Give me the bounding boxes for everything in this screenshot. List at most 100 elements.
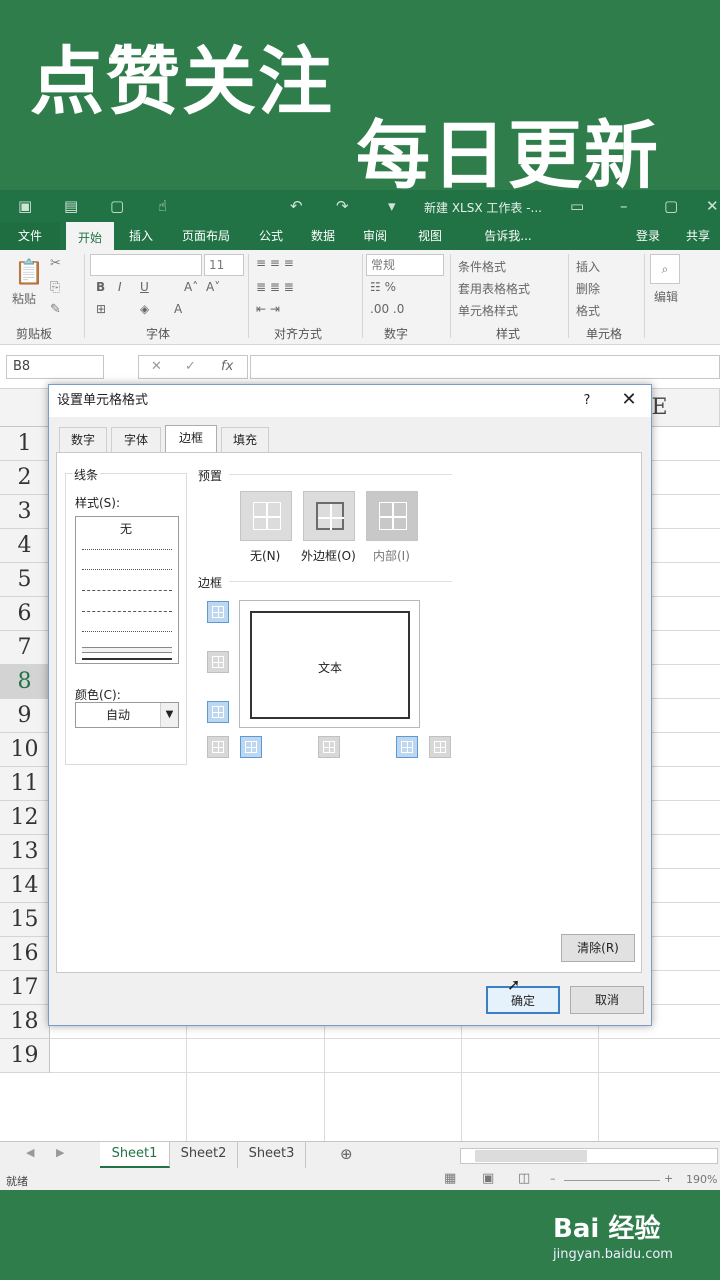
row-header-17[interactable]: 17 (0, 971, 50, 1005)
ok-button[interactable]: 确定 (486, 986, 560, 1014)
row-header-18[interactable]: 18 (0, 1005, 50, 1039)
zoom-slider[interactable] (564, 1180, 660, 1181)
align-top-icon[interactable]: ≡ ≡ ≡ (256, 256, 294, 270)
row-header-13[interactable]: 13 (0, 835, 50, 869)
preset-outline-button[interactable] (303, 491, 355, 541)
sheet-tab-3[interactable]: Sheet3 (238, 1142, 306, 1168)
cut-icon[interactable]: ✂ (50, 256, 61, 271)
name-box[interactable]: B8 (6, 355, 104, 379)
horizontal-scrollbar[interactable] (460, 1148, 718, 1164)
search-icon[interactable]: ⌕ (650, 254, 680, 284)
touch-mode-icon[interactable]: ☝ (158, 197, 167, 215)
undo-icon[interactable]: ↶ (290, 197, 303, 215)
accounting-icon[interactable]: ☷ % (370, 280, 396, 294)
increase-font-icon[interactable]: A˄ (184, 280, 198, 294)
open-icon[interactable]: ▤ (64, 197, 78, 215)
row-header-8[interactable]: 8 (0, 665, 50, 699)
row-header-6[interactable]: 6 (0, 597, 50, 631)
window-close-icon[interactable]: ✕ (706, 197, 719, 215)
row-header-9[interactable]: 9 (0, 699, 50, 733)
border-diagonal-down-button[interactable] (429, 736, 451, 758)
tab-home[interactable]: 开始 (66, 222, 114, 250)
border-middle-v-button[interactable] (318, 736, 340, 758)
border-top-button[interactable] (207, 601, 229, 623)
dialog-close-button[interactable]: ✕ (617, 385, 641, 417)
border-middle-h-button[interactable] (207, 651, 229, 673)
format-as-table-button[interactable]: 套用表格格式 (458, 280, 530, 297)
row-header-7[interactable]: 7 (0, 631, 50, 665)
fill-color-icon[interactable]: ◈ (140, 302, 149, 316)
delete-cells-button[interactable]: 删除 (576, 280, 600, 297)
tab-data[interactable]: 数据 (302, 222, 344, 250)
formula-input[interactable] (250, 355, 720, 379)
cell-styles-button[interactable]: 单元格样式 (458, 302, 518, 319)
save-icon[interactable]: ▣ (18, 197, 32, 215)
sign-in-link[interactable]: 登录 (628, 222, 668, 250)
row-header-19[interactable]: 19 (0, 1039, 50, 1073)
tab-insert[interactable]: 插入 (120, 222, 162, 250)
preset-none-button[interactable] (240, 491, 292, 541)
tell-me-search[interactable]: 告诉我... (468, 222, 548, 250)
editing-button[interactable]: 编辑 (654, 288, 678, 305)
conditional-format-button[interactable]: 条件格式 (458, 258, 506, 275)
border-preview[interactable]: 文本 (239, 600, 420, 728)
redo-icon[interactable]: ↷ (336, 197, 349, 215)
sheet-tab-1[interactable]: Sheet1 (100, 1142, 170, 1168)
border-diagonal-up-button[interactable] (207, 736, 229, 758)
tab-review[interactable]: 审阅 (354, 222, 396, 250)
sheet-tab-2[interactable]: Sheet2 (170, 1142, 238, 1168)
tab-file[interactable]: 文件 (0, 222, 60, 250)
insert-cells-button[interactable]: 插入 (576, 258, 600, 275)
insert-function-icon[interactable]: fx (221, 359, 233, 374)
decrease-font-icon[interactable]: A˅ (206, 280, 220, 294)
line-style-list[interactable]: 无 (75, 516, 179, 664)
bold-icon[interactable]: B (96, 280, 105, 294)
line-style-none[interactable]: 无 (120, 520, 132, 537)
row-header-14[interactable]: 14 (0, 869, 50, 903)
add-sheet-icon[interactable]: ⊕ (340, 1145, 353, 1163)
font-size-box[interactable]: 11 (204, 254, 244, 276)
cancel-formula-icon[interactable]: ✕ (151, 359, 162, 374)
row-header-4[interactable]: 4 (0, 529, 50, 563)
format-cells-button[interactable]: 格式 (576, 302, 600, 319)
prev-sheet-icon[interactable]: ◀ (26, 1146, 34, 1159)
italic-icon[interactable]: I (118, 280, 122, 294)
row-header-10[interactable]: 10 (0, 733, 50, 767)
tab-view[interactable]: 视图 (406, 222, 454, 250)
number-format-box[interactable]: 常规 (366, 254, 444, 276)
tab-number[interactable]: 数字 (59, 427, 107, 452)
tab-formulas[interactable]: 公式 (250, 222, 292, 250)
row-header-15[interactable]: 15 (0, 903, 50, 937)
font-name-box[interactable] (90, 254, 202, 276)
zoom-level[interactable]: 190% (686, 1173, 717, 1186)
tab-border[interactable]: 边框 (165, 425, 217, 452)
next-sheet-icon[interactable]: ▶ (56, 1146, 64, 1159)
row-header-12[interactable]: 12 (0, 801, 50, 835)
enter-formula-icon[interactable]: ✓ (185, 359, 196, 374)
row-header-1[interactable]: 1 (0, 427, 50, 461)
underline-icon[interactable]: U (140, 280, 149, 294)
row-header-16[interactable]: 16 (0, 937, 50, 971)
border-bottom-button[interactable] (207, 701, 229, 723)
select-all-corner[interactable] (0, 389, 50, 427)
ribbon-display-icon[interactable]: ▭ (570, 197, 584, 215)
row-header-11[interactable]: 11 (0, 767, 50, 801)
page-layout-view-icon[interactable]: ▣ (482, 1171, 494, 1186)
border-right-button[interactable] (396, 736, 418, 758)
tab-font[interactable]: 字体 (111, 427, 161, 452)
border-left-button[interactable] (240, 736, 262, 758)
decimal-icon[interactable]: .00 .0 (370, 302, 404, 316)
row-header-3[interactable]: 3 (0, 495, 50, 529)
format-painter-icon[interactable]: ✎ (50, 302, 61, 317)
indent-icon[interactable]: ⇤ ⇥ (256, 302, 280, 316)
help-button[interactable]: ? (577, 385, 597, 417)
share-button[interactable]: 共享 (676, 222, 720, 250)
row-header-5[interactable]: 5 (0, 563, 50, 597)
normal-view-icon[interactable]: ▦ (444, 1171, 456, 1186)
color-select[interactable]: 自动 ▼ (75, 702, 179, 728)
customize-qat-icon[interactable]: ▾ (388, 197, 396, 215)
row-header-2[interactable]: 2 (0, 461, 50, 495)
zoom-in-icon[interactable]: + (664, 1172, 673, 1185)
borders-icon[interactable]: ⊞ (96, 302, 106, 316)
font-color-icon[interactable]: A (174, 302, 182, 316)
